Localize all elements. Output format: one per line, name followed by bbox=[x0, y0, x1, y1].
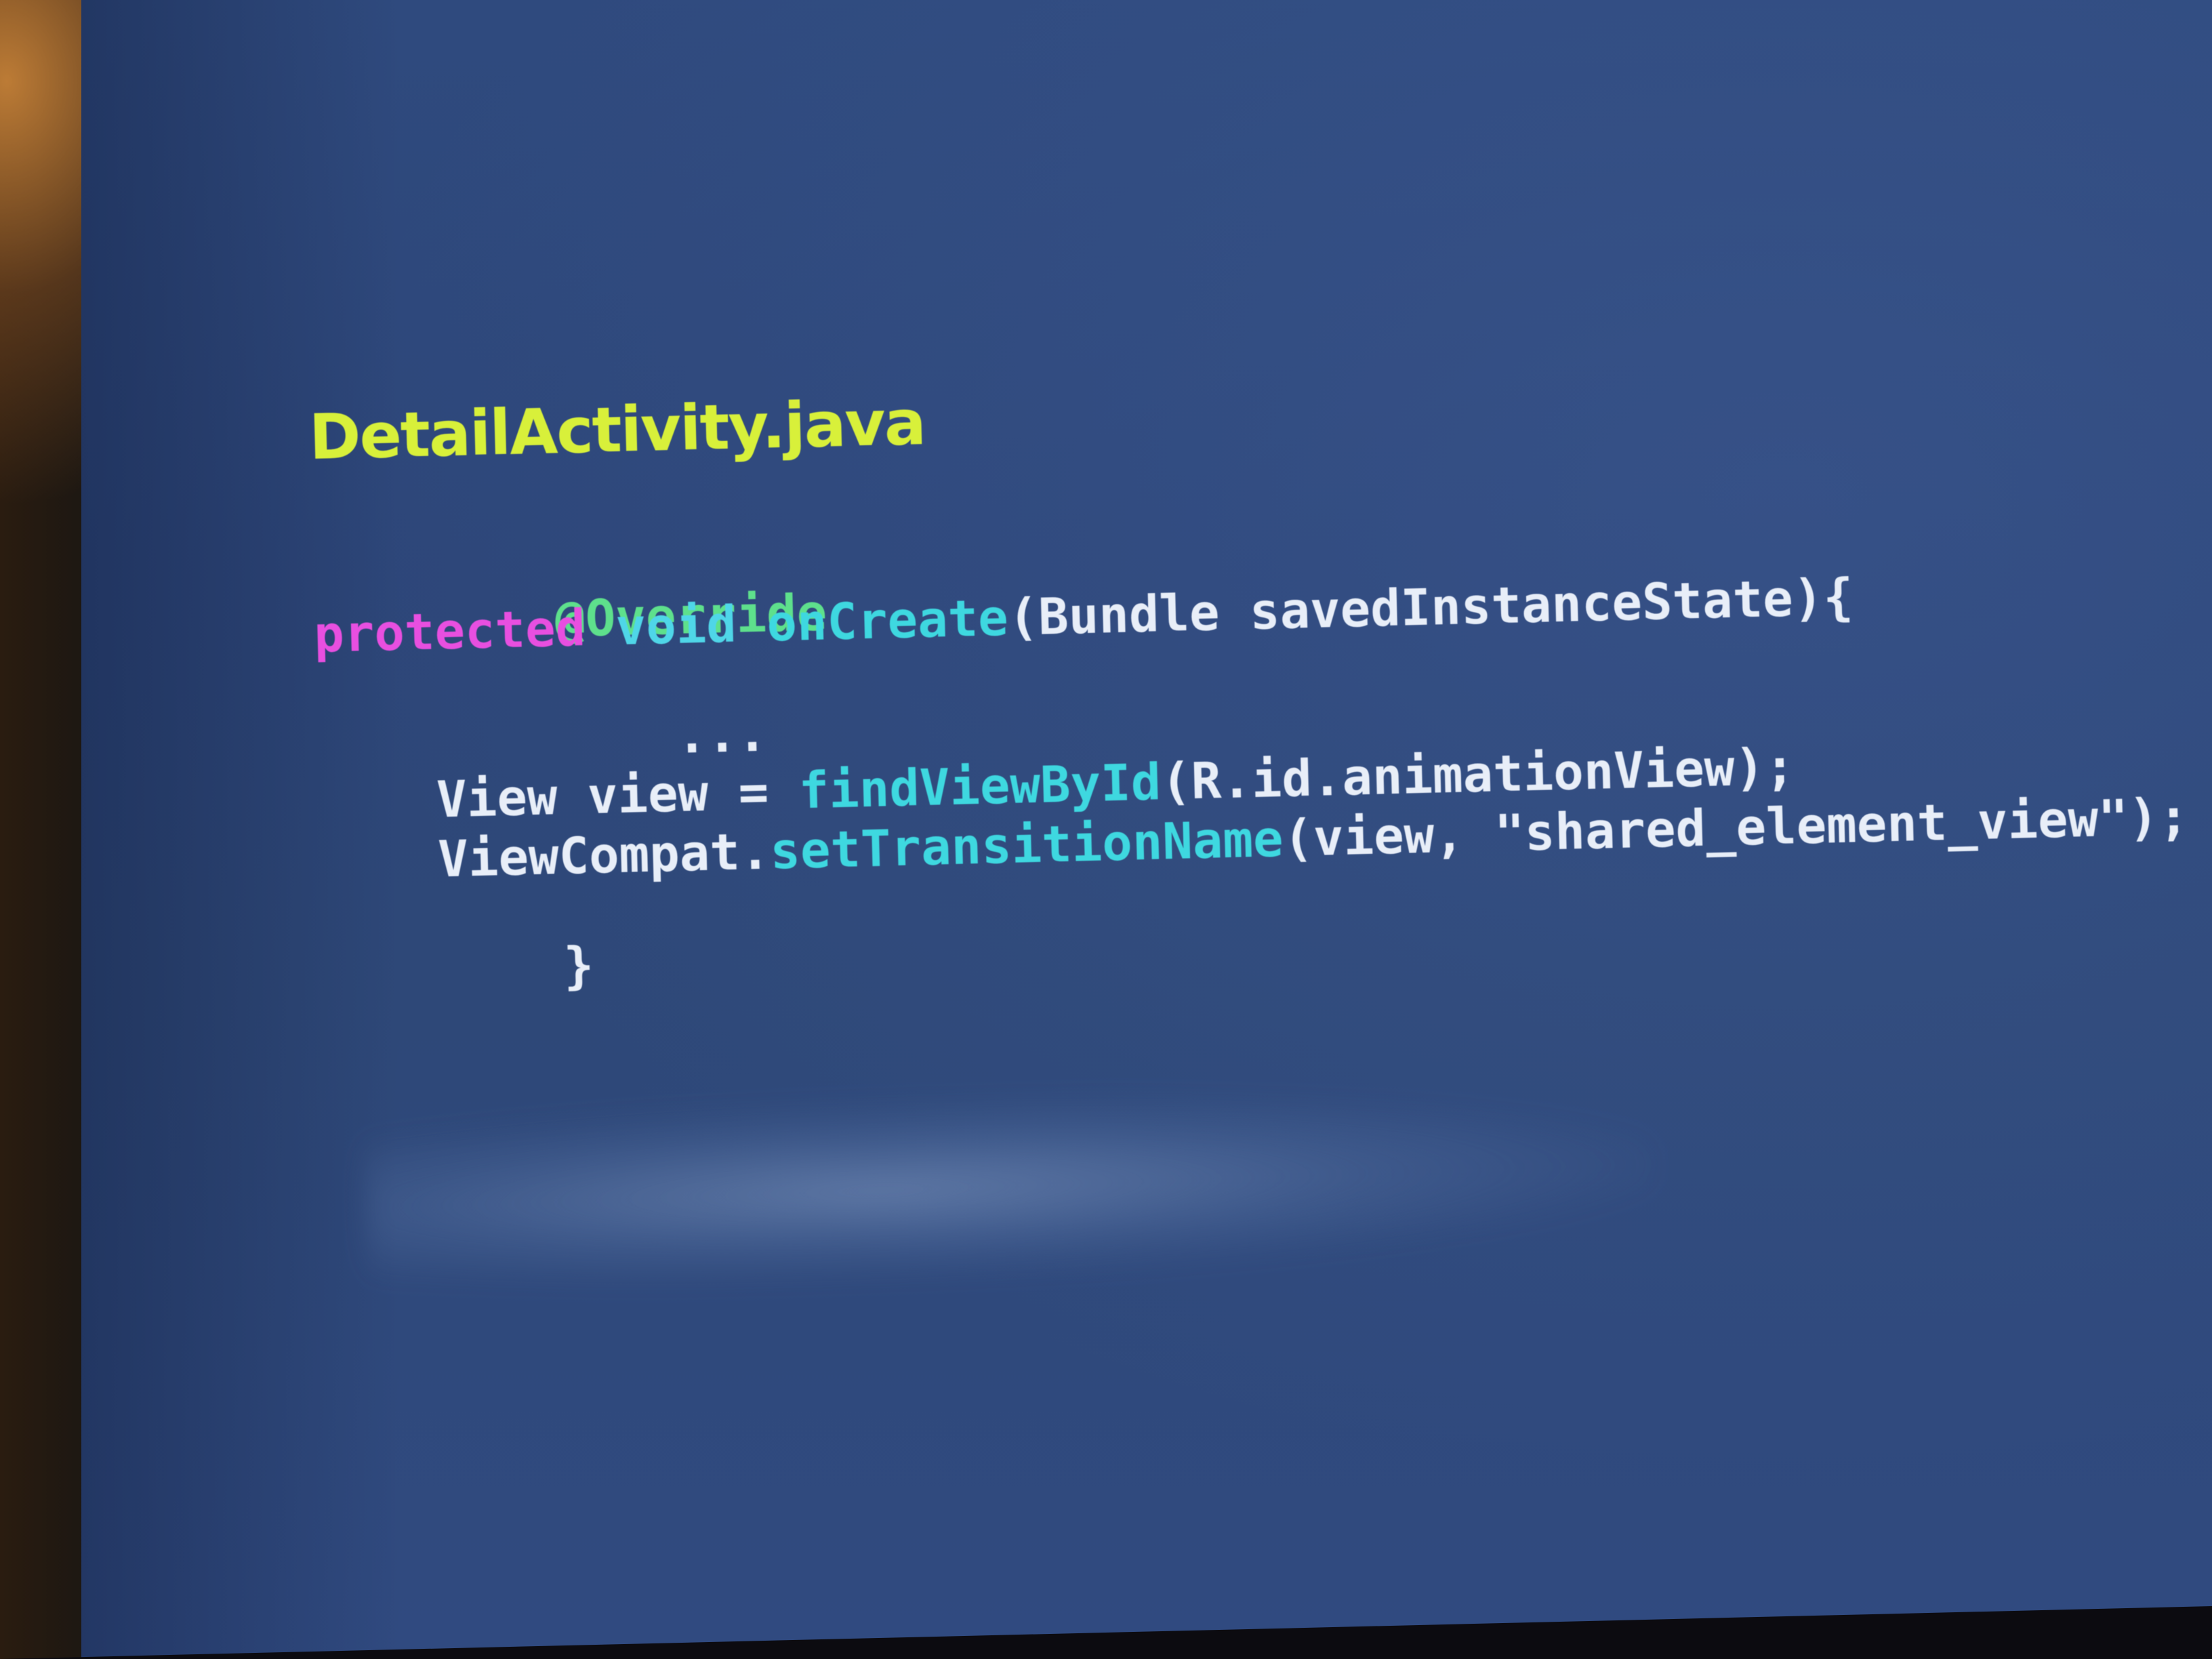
find-view-method-token: findViewById bbox=[798, 753, 1162, 821]
return-type-token: void bbox=[615, 595, 737, 657]
projection-screen: DetailActivity.java @Override protected … bbox=[81, 0, 2212, 1659]
set-transition-method-token: setTransitionName bbox=[769, 810, 1284, 881]
assignment-token: View view = bbox=[436, 762, 800, 830]
modifier-token: protected bbox=[313, 599, 587, 664]
ellipsis-token: ... bbox=[676, 704, 769, 765]
closing-brace-token: } bbox=[562, 936, 595, 996]
photo-scene: DetailActivity.java @Override protected … bbox=[0, 0, 2212, 1659]
code-slide: DetailActivity.java @Override protected … bbox=[308, 359, 2212, 996]
method-name-token: onCreate bbox=[766, 588, 1009, 653]
viewcompat-token: ViewCompat. bbox=[437, 822, 771, 889]
